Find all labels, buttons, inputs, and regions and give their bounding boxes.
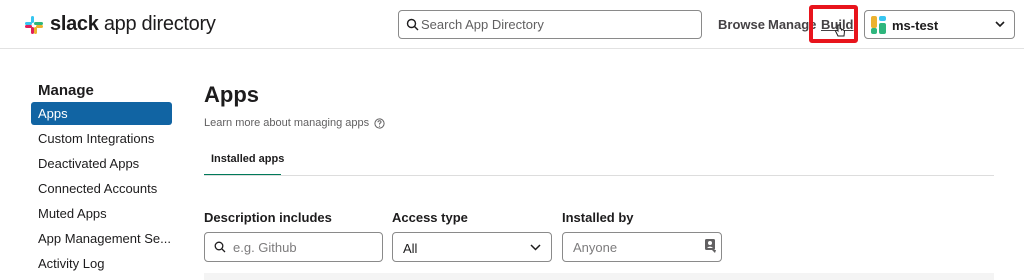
installed-by-field[interactable] [562,232,722,262]
description-filter-input[interactable] [233,236,373,258]
tab-installed-apps[interactable]: Installed apps [204,148,284,176]
nav-browse-link[interactable]: Browse [718,17,765,32]
search-input[interactable] [421,13,691,36]
access-type-label: Access type [392,210,468,225]
sidebar-item-activity-log[interactable]: Activity Log [31,252,172,275]
page-title: Apps [204,82,259,107]
access-type-value: All [403,241,418,256]
hand-cursor-icon [834,24,846,37]
sidebar-title: Manage [38,82,94,99]
search-icon [406,18,419,31]
installed-by-input[interactable] [573,236,693,258]
installed-by-label: Installed by [562,210,634,225]
chevron-down-icon [530,244,541,251]
logo-wordmark: slack app directory [50,13,216,36]
learn-more-text: Learn more about managing apps [204,117,370,129]
description-filter-label: Description includes [204,210,332,225]
tabs-divider [204,175,994,176]
sidebar-item-deactivated-apps[interactable]: Deactivated Apps [31,152,172,175]
workspace-switcher[interactable]: ms-test [864,10,1015,39]
chevron-down-icon [995,21,1005,28]
slack-app-directory-logo[interactable]: slack app directory [24,13,216,36]
logo-suffix: app directory [98,13,216,35]
slack-logo-icon [25,15,43,34]
contact-card-icon [705,239,716,253]
access-type-select[interactable]: All [392,232,552,262]
sidebar-item-muted-apps[interactable]: Muted Apps [31,202,172,225]
logo-brand: slack [50,13,99,35]
learn-more-link[interactable]: Learn more about managing apps [204,117,385,129]
help-icon[interactable] [374,117,385,129]
top-header: slack app directory Browse Manage Build … [0,0,1024,49]
search-box[interactable] [398,10,702,39]
sidebar-item-connected-accounts[interactable]: Connected Accounts [31,177,172,200]
sidebar-item-custom-integrations[interactable]: Custom Integrations [31,127,172,150]
search-icon [214,241,226,253]
sidebar-item-app-management-settings[interactable]: App Management Se... [31,227,172,250]
workspace-name: ms-test [892,18,939,33]
sidebar-item-apps[interactable]: Apps [31,102,172,125]
apps-table-top-edge [204,273,994,280]
description-filter-field[interactable] [204,232,383,262]
workspace-icon [871,16,886,34]
